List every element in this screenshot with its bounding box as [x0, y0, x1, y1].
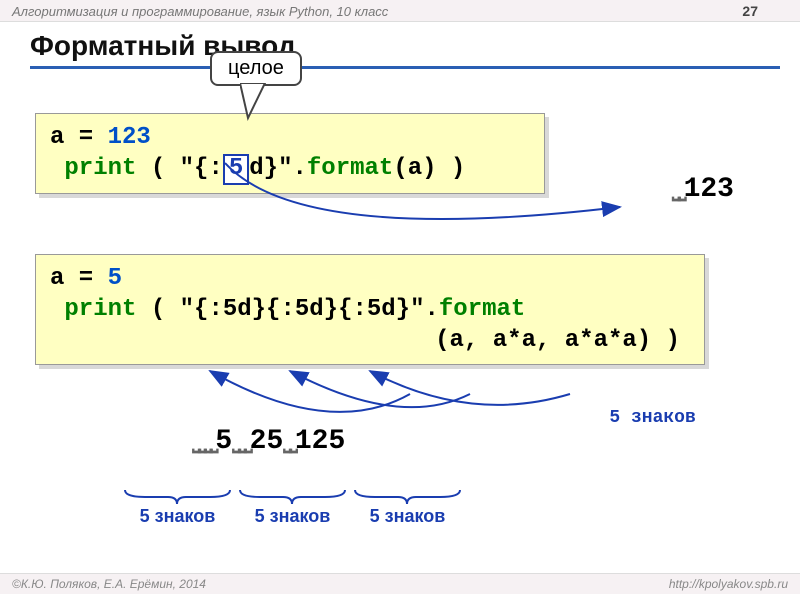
code1-mark-5: 5 [223, 154, 249, 184]
code1-format: format [307, 155, 393, 182]
code1-print: print [64, 155, 136, 182]
code2-args: (a, a*a, a*a*a) ) [435, 327, 680, 354]
code2-indent [50, 296, 64, 323]
code-block-1: a = 123 print ( "{:5d}".format(a) ) ⎵⎵12… [35, 113, 545, 194]
code1-line2: print ( "{:5d}".format(a) ) [50, 153, 530, 184]
footer: ©К.Ю. Поляков, Е.А. Ерёмин, 2014 http://… [0, 573, 800, 594]
code2-string: "{:5d}{:5d}{:5d}" [180, 296, 425, 323]
output1-ticks: ⎵⎵ [672, 177, 684, 206]
brace-icon [120, 488, 235, 506]
footer-left: ©К.Ю. Поляков, Е.А. Ерёмин, 2014 [12, 577, 206, 591]
code1-string2: d}" [249, 155, 292, 182]
code2-line3: (a, a*a, a*a*a) ) [50, 325, 690, 356]
page-number: 27 [742, 3, 758, 19]
output2-label1: 5 знаков [120, 506, 235, 527]
code2-format: format [439, 296, 525, 323]
output2-label2: 5 знаков [235, 506, 350, 527]
o2-t2: ⎵⎵⎵ [232, 430, 249, 455]
code1-line1: a = 123 [50, 122, 530, 153]
code2-line2: print ( "{:5d}{:5d}{:5d}".format [50, 294, 690, 325]
output2-v3: 125 [295, 426, 345, 457]
code2-open: ( [136, 296, 179, 323]
page-title: Форматный вывод [30, 30, 780, 69]
code1-open: ( [136, 155, 179, 182]
header-bar: Алгоритмизация и программирование, язык … [0, 0, 800, 22]
output2-v2: 25 [250, 426, 284, 457]
brace-icon [235, 488, 350, 506]
callout-integer: целое [210, 51, 302, 86]
callout-tail-icon [240, 83, 300, 123]
o2-t3: ⎵⎵ [283, 430, 295, 455]
content-area: целое a = 123 print ( "{:5d}".format(a) … [0, 69, 800, 527]
code2-number: 5 [108, 265, 122, 292]
code1-number: 123 [108, 124, 151, 151]
output1-label: 5 знаков [571, 407, 734, 430]
code1-string1: "{: [180, 155, 223, 182]
code2-line1: a = 5 [50, 263, 690, 294]
code1-indent [50, 155, 64, 182]
code2-print: print [64, 296, 136, 323]
brace-icon [350, 488, 465, 506]
code1-args: (a) ) [393, 155, 465, 182]
output2-v1: 5 [215, 426, 232, 457]
code1-assign: a = [50, 124, 108, 151]
output1-value: 123 [684, 174, 734, 205]
code2-dot: . [424, 296, 438, 323]
footer-right: http://kpolyakov.spb.ru [669, 577, 788, 591]
output2-label3: 5 знаков [350, 506, 465, 527]
code-block-2: a = 5 print ( "{:5d}{:5d}{:5d}".format (… [35, 254, 705, 366]
code2-assign: a = [50, 265, 108, 292]
course-title: Алгоритмизация и программирование, язык … [12, 4, 388, 19]
o2-t1: ⎵⎵⎵⎵ [192, 430, 215, 455]
callout-label: целое [210, 51, 302, 86]
code1-dot: . [292, 155, 306, 182]
